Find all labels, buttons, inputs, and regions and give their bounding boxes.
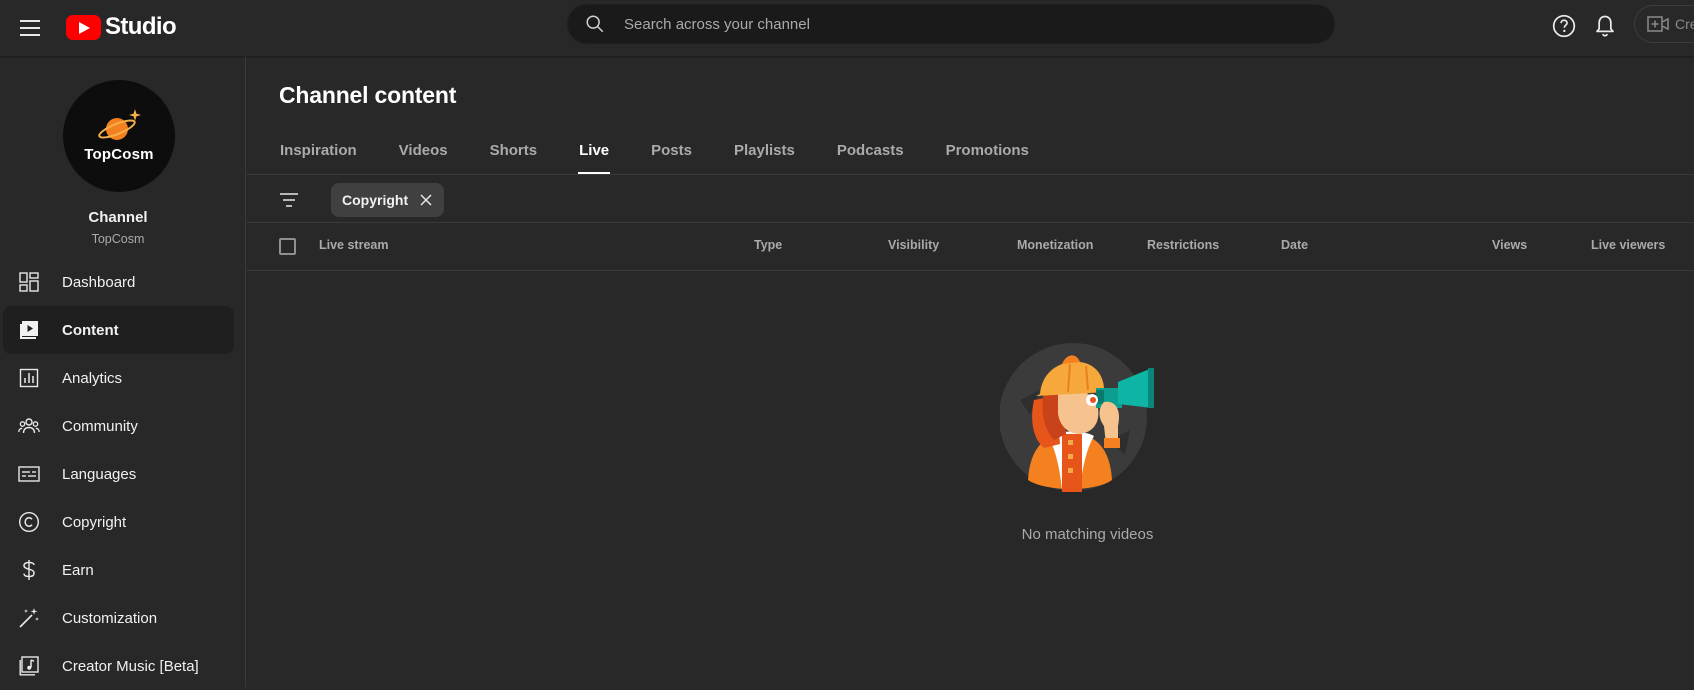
create-button[interactable]: Cre bbox=[1634, 5, 1694, 43]
select-all-checkbox[interactable] bbox=[279, 238, 296, 255]
video-plus-icon bbox=[1647, 16, 1669, 32]
binoculars-explorer-illustration bbox=[1000, 343, 1154, 492]
music-note-icon bbox=[17, 654, 41, 678]
dashboard-icon bbox=[17, 270, 41, 294]
channel-avatar[interactable]: TopCosm bbox=[63, 80, 175, 192]
dollar-icon bbox=[17, 558, 41, 582]
sidebar-item-label: Creator Music [Beta] bbox=[62, 657, 199, 675]
column-header-live-stream[interactable]: Live stream bbox=[319, 238, 388, 252]
sidebar-item-label: Languages bbox=[62, 465, 137, 483]
sidebar-item-dashboard[interactable]: Dashboard bbox=[3, 258, 234, 306]
sidebar-item-label: Customization bbox=[62, 609, 158, 627]
tabs-divider bbox=[247, 174, 1694, 175]
search-bar[interactable] bbox=[567, 4, 1335, 44]
sidebar-item-label: Community bbox=[62, 417, 138, 435]
copyright-icon bbox=[17, 510, 41, 534]
tab-playlists[interactable]: Playlists bbox=[733, 126, 796, 175]
avatar-text: TopCosm bbox=[84, 145, 154, 163]
sidebar-item-languages[interactable]: Languages bbox=[3, 450, 234, 498]
languages-icon bbox=[17, 462, 41, 486]
sidebar-item-label: Content bbox=[62, 321, 119, 339]
column-header-restrictions[interactable]: Restrictions bbox=[1147, 238, 1219, 252]
page-title: Channel content bbox=[279, 82, 457, 108]
column-header-type[interactable]: Type bbox=[754, 238, 782, 252]
sidebar-item-customization[interactable]: Customization bbox=[3, 594, 234, 642]
sidebar-item-label: Copyright bbox=[62, 513, 127, 531]
search-input[interactable] bbox=[624, 15, 1304, 33]
filter-chip-copyright[interactable]: Copyright bbox=[331, 183, 445, 217]
sidebar: TopCosm Channel TopCosm Dashboard Conten… bbox=[0, 56, 246, 687]
content-tabs: Inspiration Videos Shorts Live Posts Pla… bbox=[279, 126, 1070, 175]
notifications-bell-icon[interactable] bbox=[1592, 13, 1618, 39]
column-header-date[interactable]: Date bbox=[1281, 238, 1308, 252]
channel-title: Channel bbox=[88, 209, 148, 226]
community-icon bbox=[17, 414, 41, 438]
close-icon[interactable] bbox=[418, 192, 434, 208]
tab-inspiration[interactable]: Inspiration bbox=[279, 126, 358, 175]
sidebar-item-community[interactable]: Community bbox=[3, 402, 234, 450]
magic-wand-icon bbox=[17, 606, 41, 630]
tab-live[interactable]: Live bbox=[578, 126, 611, 175]
create-label: Cre bbox=[1675, 16, 1694, 32]
filter-icon[interactable] bbox=[275, 186, 303, 214]
sidebar-item-creator-music[interactable]: Creator Music [Beta] bbox=[3, 642, 234, 690]
tab-promotions[interactable]: Promotions bbox=[945, 126, 1030, 175]
planet-logo-icon bbox=[98, 108, 141, 140]
filter-chip-label: Copyright bbox=[342, 192, 409, 208]
tab-posts[interactable]: Posts bbox=[650, 126, 693, 175]
column-header-visibility[interactable]: Visibility bbox=[888, 238, 939, 252]
tab-videos[interactable]: Videos bbox=[398, 126, 449, 175]
column-header-monetization[interactable]: Monetization bbox=[1017, 238, 1093, 252]
empty-state-message: No matching videos bbox=[1021, 526, 1154, 543]
help-icon[interactable] bbox=[1551, 13, 1577, 39]
sidebar-item-analytics[interactable]: Analytics bbox=[3, 354, 234, 402]
sidebar-item-content[interactable]: Content bbox=[3, 306, 234, 354]
sidebar-item-label: Dashboard bbox=[62, 273, 136, 291]
sidebar-nav: Dashboard Content Analytics Community La… bbox=[3, 258, 234, 690]
tab-shorts[interactable]: Shorts bbox=[489, 126, 539, 175]
channel-name: TopCosm bbox=[91, 232, 145, 246]
sidebar-item-copyright[interactable]: Copyright bbox=[3, 498, 234, 546]
sidebar-item-earn[interactable]: Earn bbox=[3, 546, 234, 594]
analytics-icon bbox=[17, 366, 41, 390]
top-bar: Studio Cre bbox=[0, 0, 1694, 56]
main-content: Channel content Inspiration Videos Short… bbox=[247, 56, 1694, 687]
studio-logo[interactable]: Studio bbox=[66, 10, 177, 44]
search-icon bbox=[586, 15, 604, 33]
header-divider bbox=[247, 270, 1694, 271]
sidebar-item-label: Earn bbox=[62, 561, 94, 579]
youtube-logo-icon bbox=[66, 14, 101, 40]
table-header: Live stream Type Visibility Monetization… bbox=[247, 222, 1694, 270]
brand-text: Studio bbox=[105, 13, 177, 40]
menu-icon[interactable] bbox=[16, 14, 44, 42]
tab-podcasts[interactable]: Podcasts bbox=[836, 126, 905, 175]
column-header-views[interactable]: Views bbox=[1492, 238, 1527, 252]
sidebar-item-label: Analytics bbox=[62, 369, 123, 387]
content-icon bbox=[17, 318, 41, 342]
column-header-live-viewers[interactable]: Live viewers bbox=[1591, 238, 1665, 252]
